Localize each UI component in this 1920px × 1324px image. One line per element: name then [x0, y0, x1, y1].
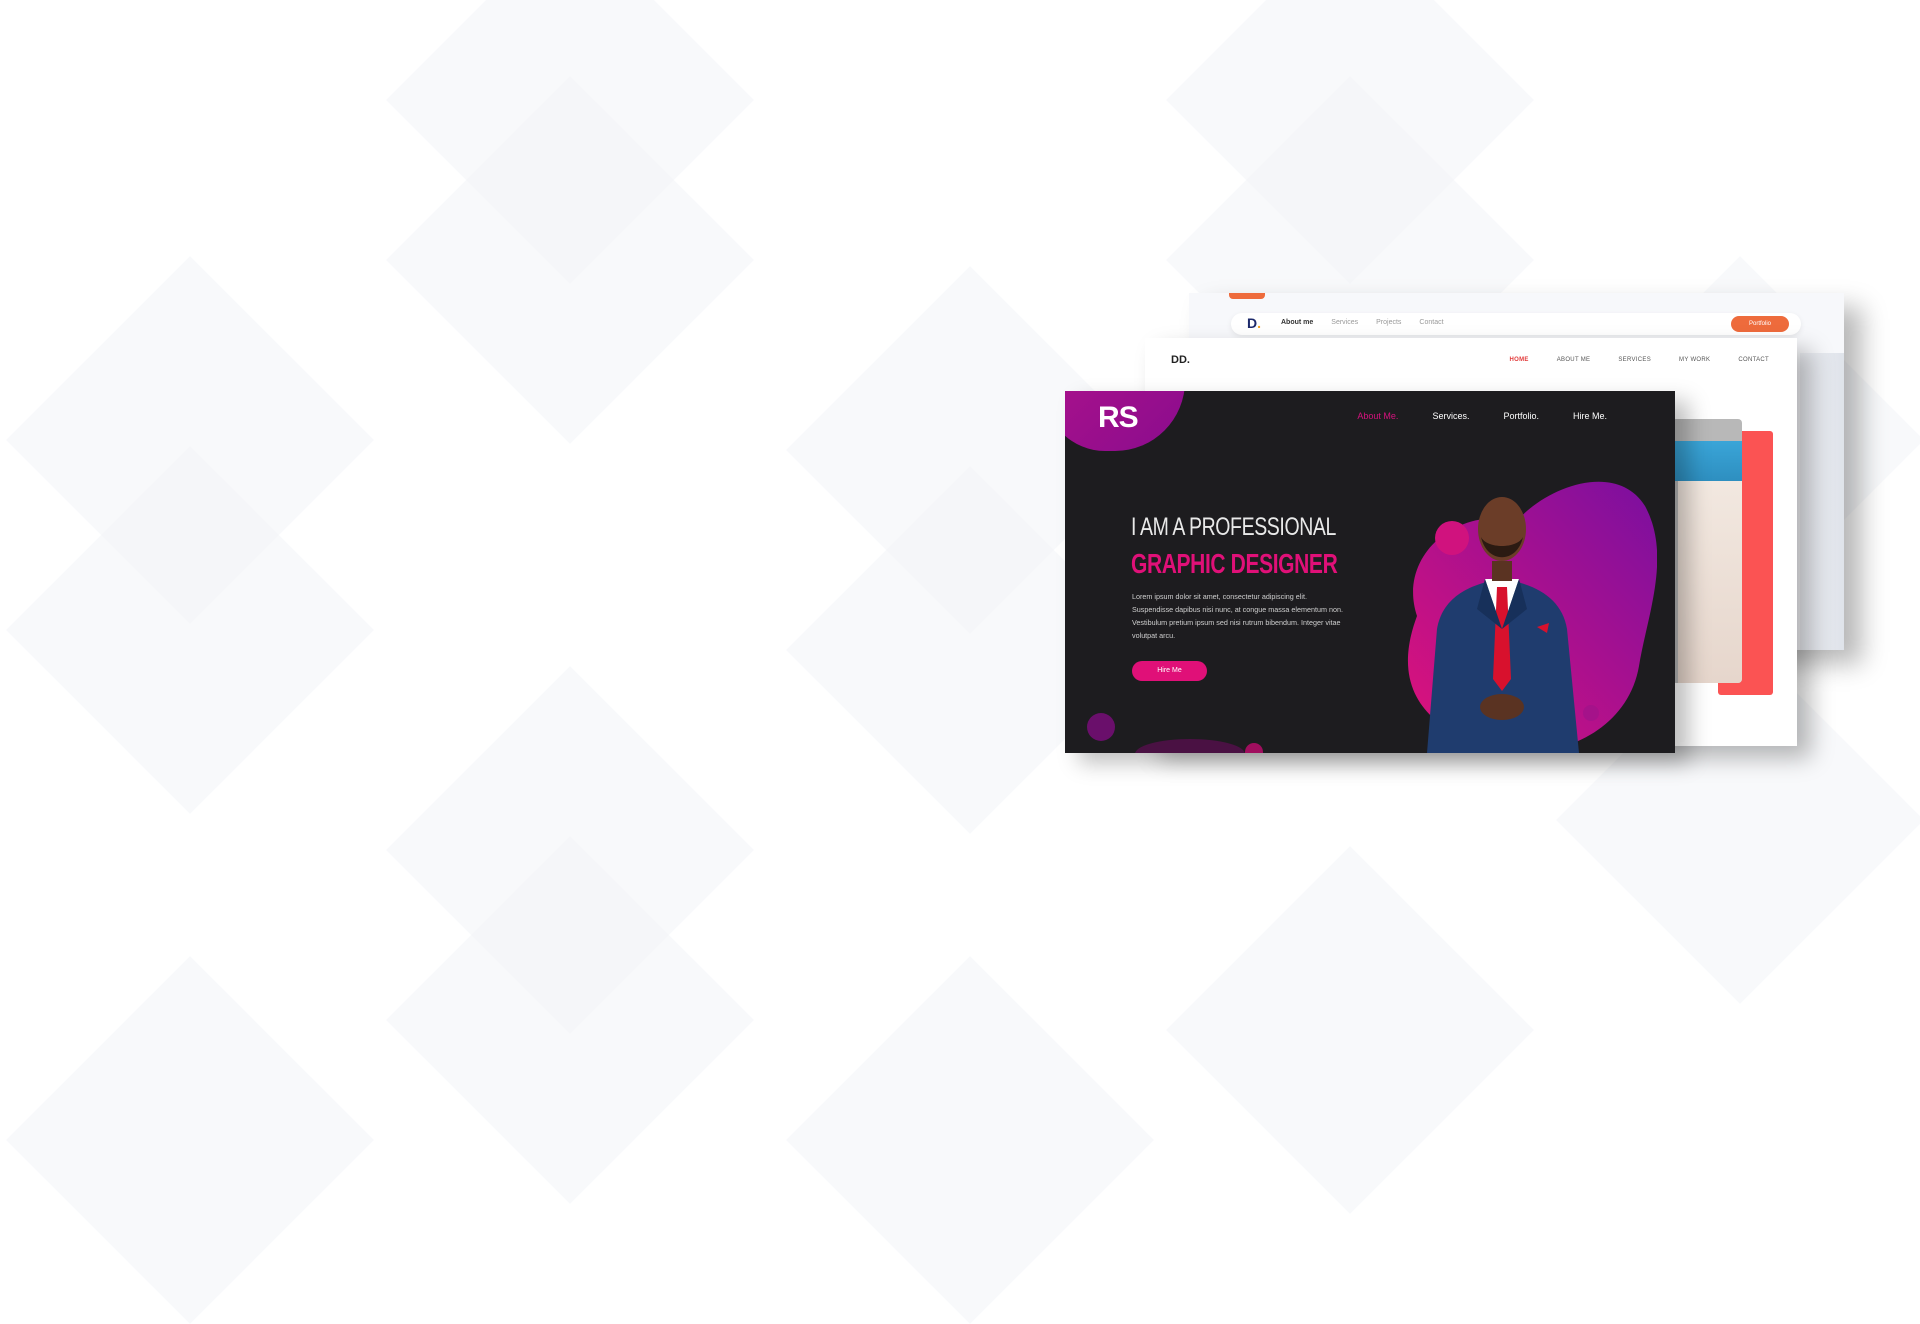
person-photo: [1427, 497, 1579, 753]
nav-link-portfolio[interactable]: Portfolio.: [1503, 411, 1539, 421]
decor-dot: [1245, 743, 1263, 753]
bg-diamond: [386, 76, 754, 444]
nav-link-contact[interactable]: Contact: [1419, 319, 1443, 326]
photo-sky: [1672, 441, 1742, 481]
bg-diamond: [6, 446, 374, 814]
nav-link-about[interactable]: About Me.: [1357, 411, 1398, 421]
decor-dot: [1087, 713, 1115, 741]
bg-diamond: [6, 256, 374, 624]
nav-link-hire[interactable]: Hire Me.: [1573, 411, 1607, 421]
headline-line2: GRAPHIC DESIGNER: [1131, 548, 1338, 579]
bg-diamond: [1166, 846, 1534, 1214]
nav-link-services[interactable]: Services: [1331, 319, 1358, 326]
nav-link-services[interactable]: SERVICES: [1618, 357, 1651, 363]
decor-blob: [1135, 739, 1245, 753]
headline-line1: I AM A PROFESSIONAL: [1131, 513, 1337, 541]
logo[interactable]: DD.: [1171, 354, 1190, 366]
photo-face: [1678, 481, 1742, 683]
bg-diamond: [1166, 0, 1534, 284]
nav-link-services[interactable]: Services.: [1432, 411, 1469, 421]
logo[interactable]: RS: [1098, 401, 1139, 435]
side-panel: [1800, 353, 1844, 650]
bg-diamond: [786, 956, 1154, 1324]
navbar: D. About me Services Projects Contact Po…: [1231, 313, 1801, 335]
bg-diamond: [386, 666, 754, 1034]
nav-link-contact[interactable]: CONTACT: [1738, 357, 1769, 363]
portfolio-button[interactable]: Portfolio: [1731, 316, 1789, 332]
logo-letter: D: [1247, 315, 1258, 331]
nav-links: About me Services Projects Contact: [1281, 319, 1444, 326]
top-accent: [1229, 293, 1265, 299]
portfolio-mockup-front: RS About Me. Services. Portfolio. Hire M…: [1065, 391, 1675, 753]
hire-me-button[interactable]: Hire Me: [1132, 661, 1207, 681]
nav-link-about[interactable]: ABOUT ME: [1557, 357, 1591, 363]
bg-diamond: [386, 836, 754, 1204]
nav-links: About Me. Services. Portfolio. Hire Me.: [1357, 411, 1607, 421]
bg-diamond: [6, 956, 374, 1324]
logo-dot: .: [1257, 315, 1262, 331]
nav-link-home[interactable]: HOME: [1510, 357, 1529, 363]
logo[interactable]: D.: [1247, 315, 1261, 331]
nav-link-my-work[interactable]: MY WORK: [1679, 357, 1710, 363]
nav-links: HOME ABOUT ME SERVICES MY WORK CONTACT: [1510, 357, 1769, 363]
intro-paragraph: Lorem ipsum dolor sit amet, consectetur …: [1132, 592, 1343, 640]
nav-link-about[interactable]: About me: [1281, 319, 1313, 326]
profile-photo: [1672, 419, 1742, 683]
nav-link-projects[interactable]: Projects: [1376, 319, 1401, 326]
bg-diamond: [386, 0, 754, 284]
